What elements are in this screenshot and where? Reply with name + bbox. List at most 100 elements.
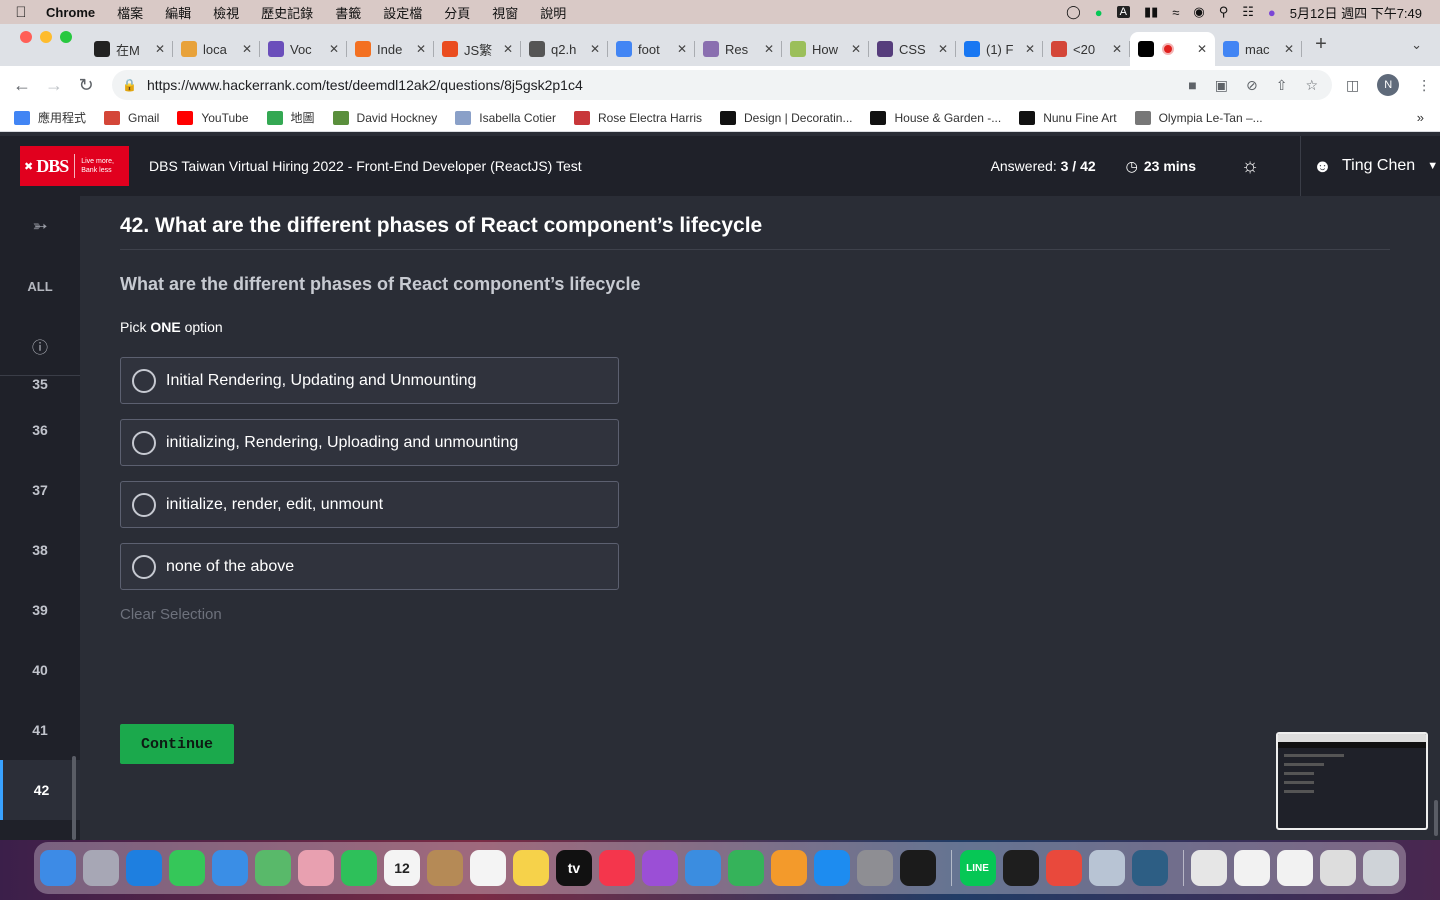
spotlight-search-icon[interactable]: ⚲ — [1219, 4, 1229, 20]
reload-icon[interactable]: ↻ — [70, 75, 102, 96]
info-icon[interactable]: ⓘ — [0, 316, 80, 376]
app-store-icon[interactable] — [814, 850, 850, 886]
line-status-icon[interactable]: ● — [1095, 5, 1103, 20]
menu-app-name[interactable]: Chrome — [42, 5, 106, 20]
user-switch-icon[interactable]: ◉ — [1193, 4, 1204, 20]
lock-icon[interactable]: 🔒 — [122, 78, 137, 92]
launchpad-icon[interactable] — [83, 850, 119, 886]
close-tab-icon[interactable]: ✕ — [1197, 42, 1207, 56]
mysql-workbench-icon[interactable] — [1131, 850, 1168, 886]
back-icon[interactable]: ← — [6, 75, 38, 96]
sidebar-question-37[interactable]: 37 — [0, 460, 80, 520]
close-tab-icon[interactable]: ✕ — [155, 42, 165, 56]
bookmark-item[interactable]: 應用程式 — [14, 109, 86, 126]
input-method-icon[interactable]: A — [1116, 6, 1130, 18]
answer-option-4[interactable]: none of the above — [120, 543, 619, 590]
clear-selection-link[interactable]: Clear Selection — [120, 606, 222, 623]
menu-item[interactable]: 編輯 — [154, 3, 202, 22]
photos-icon[interactable] — [298, 850, 334, 886]
sidebar-question-39[interactable]: 39 — [0, 580, 80, 640]
menu-item[interactable]: 檢視 — [202, 3, 250, 22]
music-icon[interactable] — [599, 850, 635, 886]
close-tab-icon[interactable]: ✕ — [1025, 42, 1035, 56]
sidebar-scrollbar[interactable] — [72, 756, 76, 840]
forward-icon[interactable]: → — [38, 75, 70, 96]
address-bar[interactable]: 🔒 https://www.hackerrank.com/test/deemdl… — [112, 70, 1332, 100]
close-tab-icon[interactable]: ✕ — [851, 42, 861, 56]
profile-avatar[interactable]: N — [1377, 74, 1400, 96]
trash-icon[interactable] — [1363, 850, 1399, 886]
tv-icon[interactable]: tv — [556, 850, 592, 886]
numbers-icon[interactable] — [728, 850, 764, 886]
bookmark-item[interactable]: YouTube — [177, 110, 249, 125]
notes-icon[interactable] — [513, 850, 549, 886]
bookmark-item[interactable]: Isabella Cotier — [455, 110, 556, 125]
answer-option-3[interactable]: initialize, render, edit, unmount — [120, 481, 619, 528]
battery-icon[interactable]: ▮▮ — [1144, 4, 1158, 20]
close-tab-icon[interactable]: ✕ — [1112, 42, 1122, 56]
menu-item[interactable]: 檔案 — [106, 3, 154, 22]
browser-tab[interactable]: Inde ✕ — [347, 32, 434, 66]
chrome-menu-icon[interactable]: ⋮ — [1417, 77, 1431, 94]
close-tab-icon[interactable]: ✕ — [416, 42, 426, 56]
menu-item[interactable]: 歷史記錄 — [250, 3, 324, 22]
browser-tab[interactable]: <20 ✕ — [1043, 32, 1130, 66]
apple-icon[interactable]:  — [0, 4, 42, 21]
close-tab-icon[interactable]: ✕ — [503, 42, 513, 56]
browser-tab[interactable]: Res ✕ — [695, 32, 782, 66]
close-tab-icon[interactable]: ✕ — [1284, 42, 1294, 56]
contacts-icon[interactable] — [427, 850, 463, 886]
bookmark-star-icon[interactable]: ☆ — [1305, 77, 1318, 94]
browser-tab[interactable]: ✕ — [1130, 32, 1215, 66]
menu-item[interactable]: 視窗 — [481, 3, 529, 22]
sidebar-question-41[interactable]: 41 — [0, 700, 80, 760]
close-tab-icon[interactable]: ✕ — [764, 42, 774, 56]
facetime-icon[interactable] — [341, 850, 377, 886]
browser-tab[interactable]: loca ✕ — [173, 32, 260, 66]
sidebar-all-questions[interactable]: ALL — [0, 256, 80, 316]
bookmark-item[interactable]: Rose Electra Harris — [573, 110, 702, 125]
more-bookmarks-icon[interactable]: » — [1417, 110, 1424, 125]
utility-icon[interactable] — [1088, 850, 1125, 886]
keynote-icon[interactable] — [685, 850, 721, 886]
podcasts-icon[interactable] — [642, 850, 678, 886]
share-icon[interactable]: ⇧ — [1276, 77, 1288, 94]
messages-icon[interactable] — [169, 850, 205, 886]
browser-tab[interactable]: 在M ✕ — [86, 32, 173, 66]
finder-icon[interactable] — [40, 850, 76, 886]
radio-button[interactable] — [132, 430, 156, 455]
sidebar-question-38[interactable]: 38 — [0, 520, 80, 580]
mail-icon[interactable] — [212, 850, 248, 886]
close-tab-icon[interactable]: ✕ — [938, 42, 948, 56]
bookmark-item[interactable]: House & Garden -... — [870, 110, 1001, 125]
document-icon[interactable] — [1234, 850, 1270, 886]
safari-icon[interactable] — [126, 850, 162, 886]
browser-tab[interactable]: q2.h ✕ — [521, 32, 608, 66]
browser-tab[interactable]: JS繁 ✕ — [434, 32, 521, 66]
menu-item[interactable]: 說明 — [529, 3, 577, 22]
bookmark-item[interactable]: Nunu Fine Art — [1019, 110, 1117, 125]
browser-tab[interactable]: CSS ✕ — [869, 32, 956, 66]
maximize-window-icon[interactable] — [60, 31, 72, 43]
reminders-icon[interactable] — [470, 850, 506, 886]
close-tab-icon[interactable]: ✕ — [590, 42, 600, 56]
sidebar-question-42[interactable]: 42 — [0, 760, 80, 820]
document-2-icon[interactable] — [1277, 850, 1313, 886]
browser-tab[interactable]: How ✕ — [782, 32, 869, 66]
answer-option-2[interactable]: initializing, Rendering, Uploading and u… — [120, 419, 619, 466]
main-scrollbar[interactable] — [1434, 800, 1438, 836]
radio-button[interactable] — [132, 554, 156, 579]
sidebar-question-35[interactable]: 35 — [0, 376, 80, 400]
bookmark-item[interactable]: David Hockney — [332, 110, 437, 125]
archive-icon[interactable] — [1191, 850, 1227, 886]
url-text[interactable]: https://www.hackerrank.com/test/deemdl12… — [147, 77, 583, 93]
creative-cloud-icon[interactable]: ◯ — [1066, 4, 1081, 20]
maps-icon[interactable] — [255, 850, 291, 886]
close-window-icon[interactable] — [20, 31, 32, 43]
sidebar-question-40[interactable]: 40 — [0, 640, 80, 700]
menubar-clock[interactable]: 5月12日 週四 下午7:49 — [1290, 3, 1422, 22]
browser-tab[interactable]: (1) F ✕ — [956, 32, 1043, 66]
close-tab-icon[interactable]: ✕ — [677, 42, 687, 56]
menu-item[interactable]: 設定檔 — [372, 3, 433, 22]
compass-icon[interactable]: ➳ — [0, 196, 80, 256]
